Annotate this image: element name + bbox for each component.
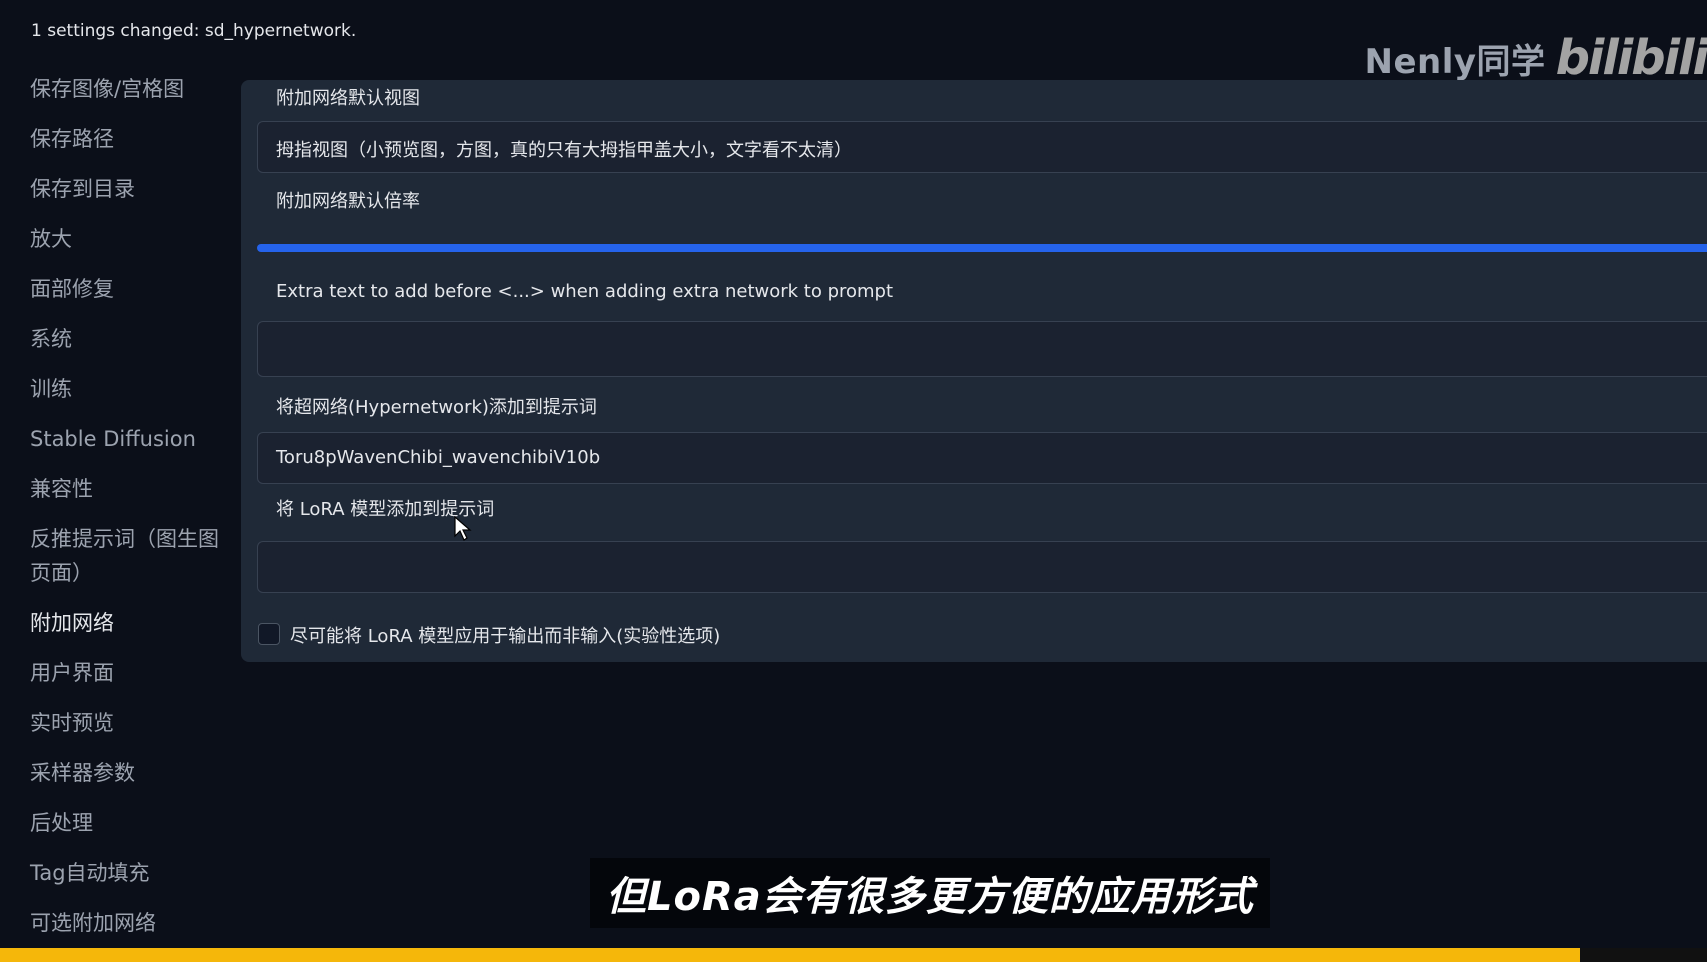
video-progress-strip	[0, 948, 1707, 962]
lora-output-checkbox-label[interactable]: 尽可能将 LoRA 模型应用于输出而非输入(实验性选项)	[290, 622, 720, 648]
sidebar-item-live-previews[interactable]: 实时预览	[30, 706, 230, 740]
sidebar-item-interrogate[interactable]: 反推提示词（图生图页面）	[30, 522, 230, 590]
sidebar-item-save-images[interactable]: 保存图像/宫格图	[30, 72, 230, 106]
hypernetwork-select[interactable]: Toru8pWavenChibi_wavenchibiV10b	[257, 432, 1707, 484]
sidebar-item-save-paths[interactable]: 保存路径	[30, 122, 230, 156]
settings-sidebar: 保存图像/宫格图 保存路径 保存到目录 放大 面部修复 系统 训练 Stable…	[30, 72, 230, 956]
sidebar-item-postprocessing[interactable]: 后处理	[30, 806, 230, 840]
default-view-label: 附加网络默认视图	[276, 88, 420, 109]
hypernetwork-value: Toru8pWavenChibi_wavenchibiV10b	[276, 447, 601, 468]
sidebar-item-compatibility[interactable]: 兼容性	[30, 472, 230, 506]
sidebar-item-training[interactable]: 训练	[30, 372, 230, 406]
lora-output-checkbox[interactable]	[258, 623, 280, 645]
sidebar-item-save-to-dirs[interactable]: 保存到目录	[30, 172, 230, 206]
extra-text-input[interactable]	[257, 321, 1707, 377]
default-multiplier-slider[interactable]	[257, 244, 1707, 252]
watermark-text: Nenly同学	[1364, 41, 1546, 82]
sidebar-item-upscaling[interactable]: 放大	[30, 222, 230, 256]
extra-text-label: Extra text to add before <...> when addi…	[276, 281, 894, 302]
default-view-select[interactable]: 拇指视图（小预览图，方图，真的只有大拇指甲盖大小，文字看不太清）	[257, 121, 1707, 173]
sidebar-item-face-restoration[interactable]: 面部修复	[30, 272, 230, 306]
sidebar-item-system[interactable]: 系统	[30, 322, 230, 356]
sidebar-item-extra-networks[interactable]: 附加网络	[30, 606, 230, 640]
status-message: 1 settings changed: sd_hypernetwork.	[31, 21, 357, 41]
sidebar-item-tag-autocomplete[interactable]: Tag自动填充	[30, 856, 230, 890]
watermark: Nenly同学 bilibili	[1365, 30, 1707, 86]
sidebar-item-additional-networks[interactable]: 可选附加网络	[30, 906, 230, 940]
lora-select[interactable]	[257, 541, 1707, 593]
mouse-cursor-icon	[454, 516, 472, 541]
default-view-value: 拇指视图（小预览图，方图，真的只有大拇指甲盖大小，文字看不太清）	[276, 140, 852, 161]
sidebar-item-sampler-params[interactable]: 采样器参数	[30, 756, 230, 790]
sidebar-item-user-interface[interactable]: 用户界面	[30, 656, 230, 690]
bilibili-logo-icon: bilibili	[1555, 30, 1707, 86]
sidebar-item-stable-diffusion[interactable]: Stable Diffusion	[30, 422, 230, 456]
settings-panel: 附加网络默认视图 拇指视图（小预览图，方图，真的只有大拇指甲盖大小，文字看不太清…	[241, 80, 1707, 662]
hypernetwork-label: 将超网络(Hypernetwork)添加到提示词	[276, 397, 597, 418]
progress-strip-end	[1580, 948, 1707, 962]
video-subtitle: 但LoRa会有很多更方便的应用形式	[590, 858, 1270, 928]
default-multiplier-label: 附加网络默认倍率	[276, 191, 420, 212]
